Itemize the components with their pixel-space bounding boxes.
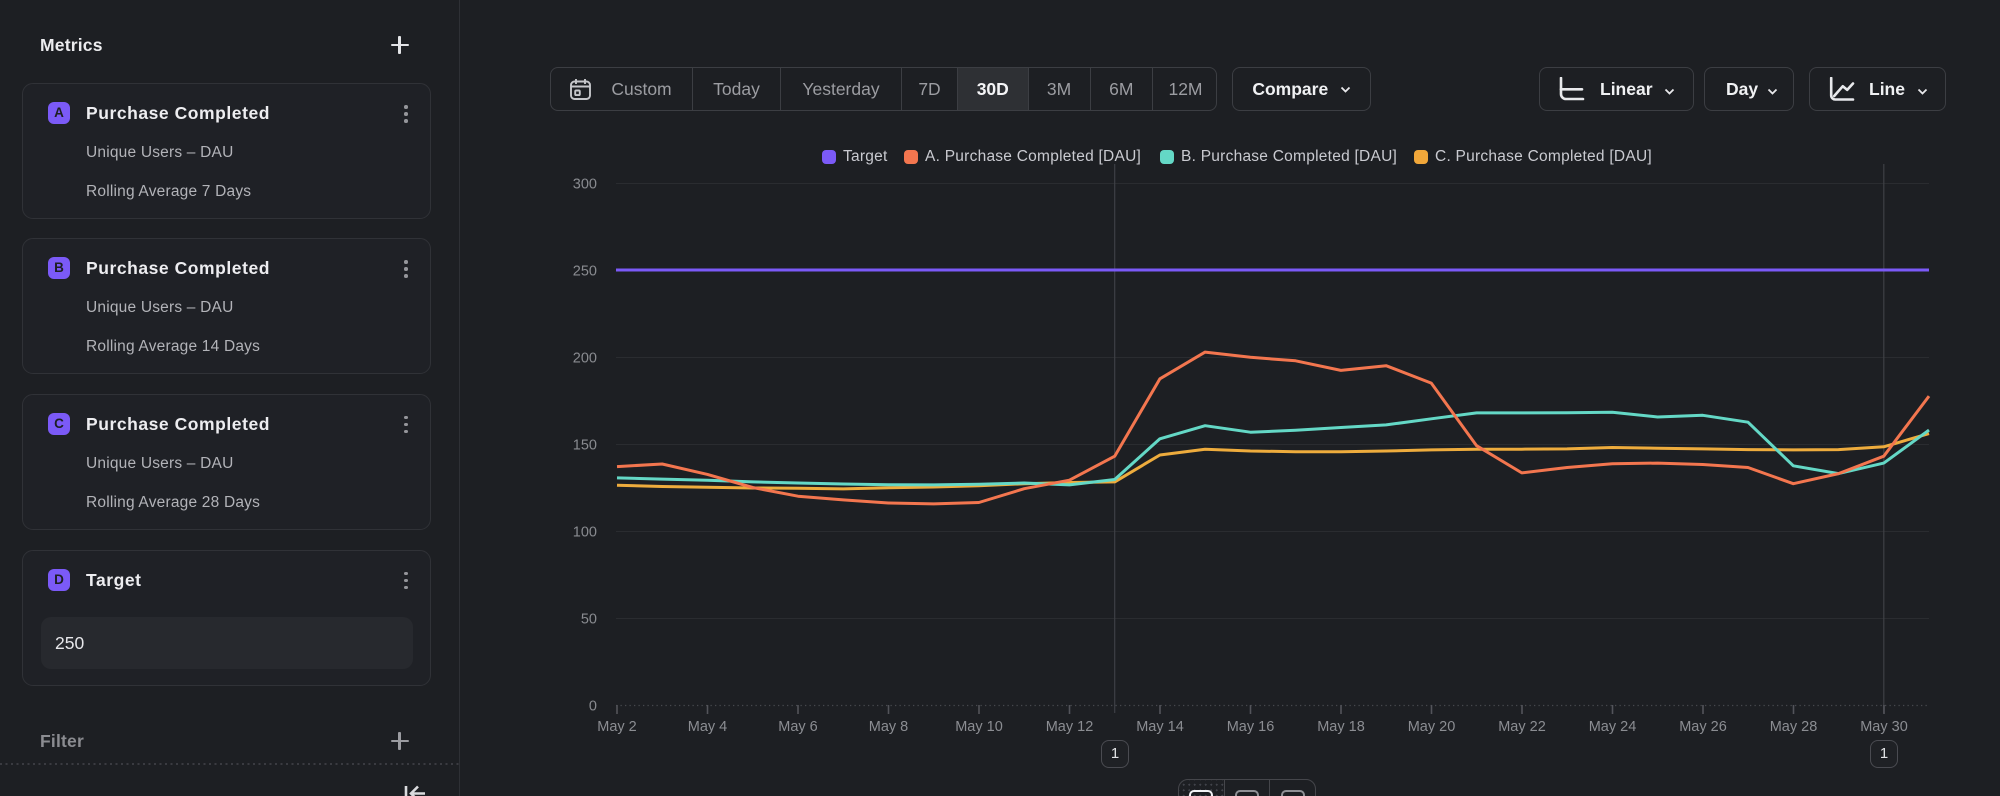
svg-text:May 28: May 28 [1770, 719, 1818, 735]
svg-text:May 16: May 16 [1227, 719, 1275, 735]
svg-text:May 10: May 10 [955, 719, 1003, 735]
svg-text:100: 100 [573, 525, 597, 541]
svg-text:May 4: May 4 [688, 719, 728, 735]
svg-text:May 20: May 20 [1408, 719, 1456, 735]
svg-text:May 12: May 12 [1046, 719, 1094, 735]
svg-text:50: 50 [581, 612, 597, 628]
svg-text:May 26: May 26 [1679, 719, 1727, 735]
svg-text:May 24: May 24 [1589, 719, 1637, 735]
svg-text:200: 200 [573, 351, 597, 367]
svg-text:0: 0 [589, 699, 597, 715]
svg-text:May 30: May 30 [1860, 719, 1908, 735]
svg-text:May 22: May 22 [1498, 719, 1546, 735]
svg-text:150: 150 [573, 438, 597, 454]
svg-text:May 14: May 14 [1136, 719, 1184, 735]
svg-text:May 18: May 18 [1317, 719, 1365, 735]
svg-text:May 2: May 2 [597, 719, 637, 735]
svg-text:May 6: May 6 [778, 719, 818, 735]
svg-text:300: 300 [573, 177, 597, 193]
svg-text:250: 250 [573, 264, 597, 280]
svg-text:May 8: May 8 [869, 719, 909, 735]
